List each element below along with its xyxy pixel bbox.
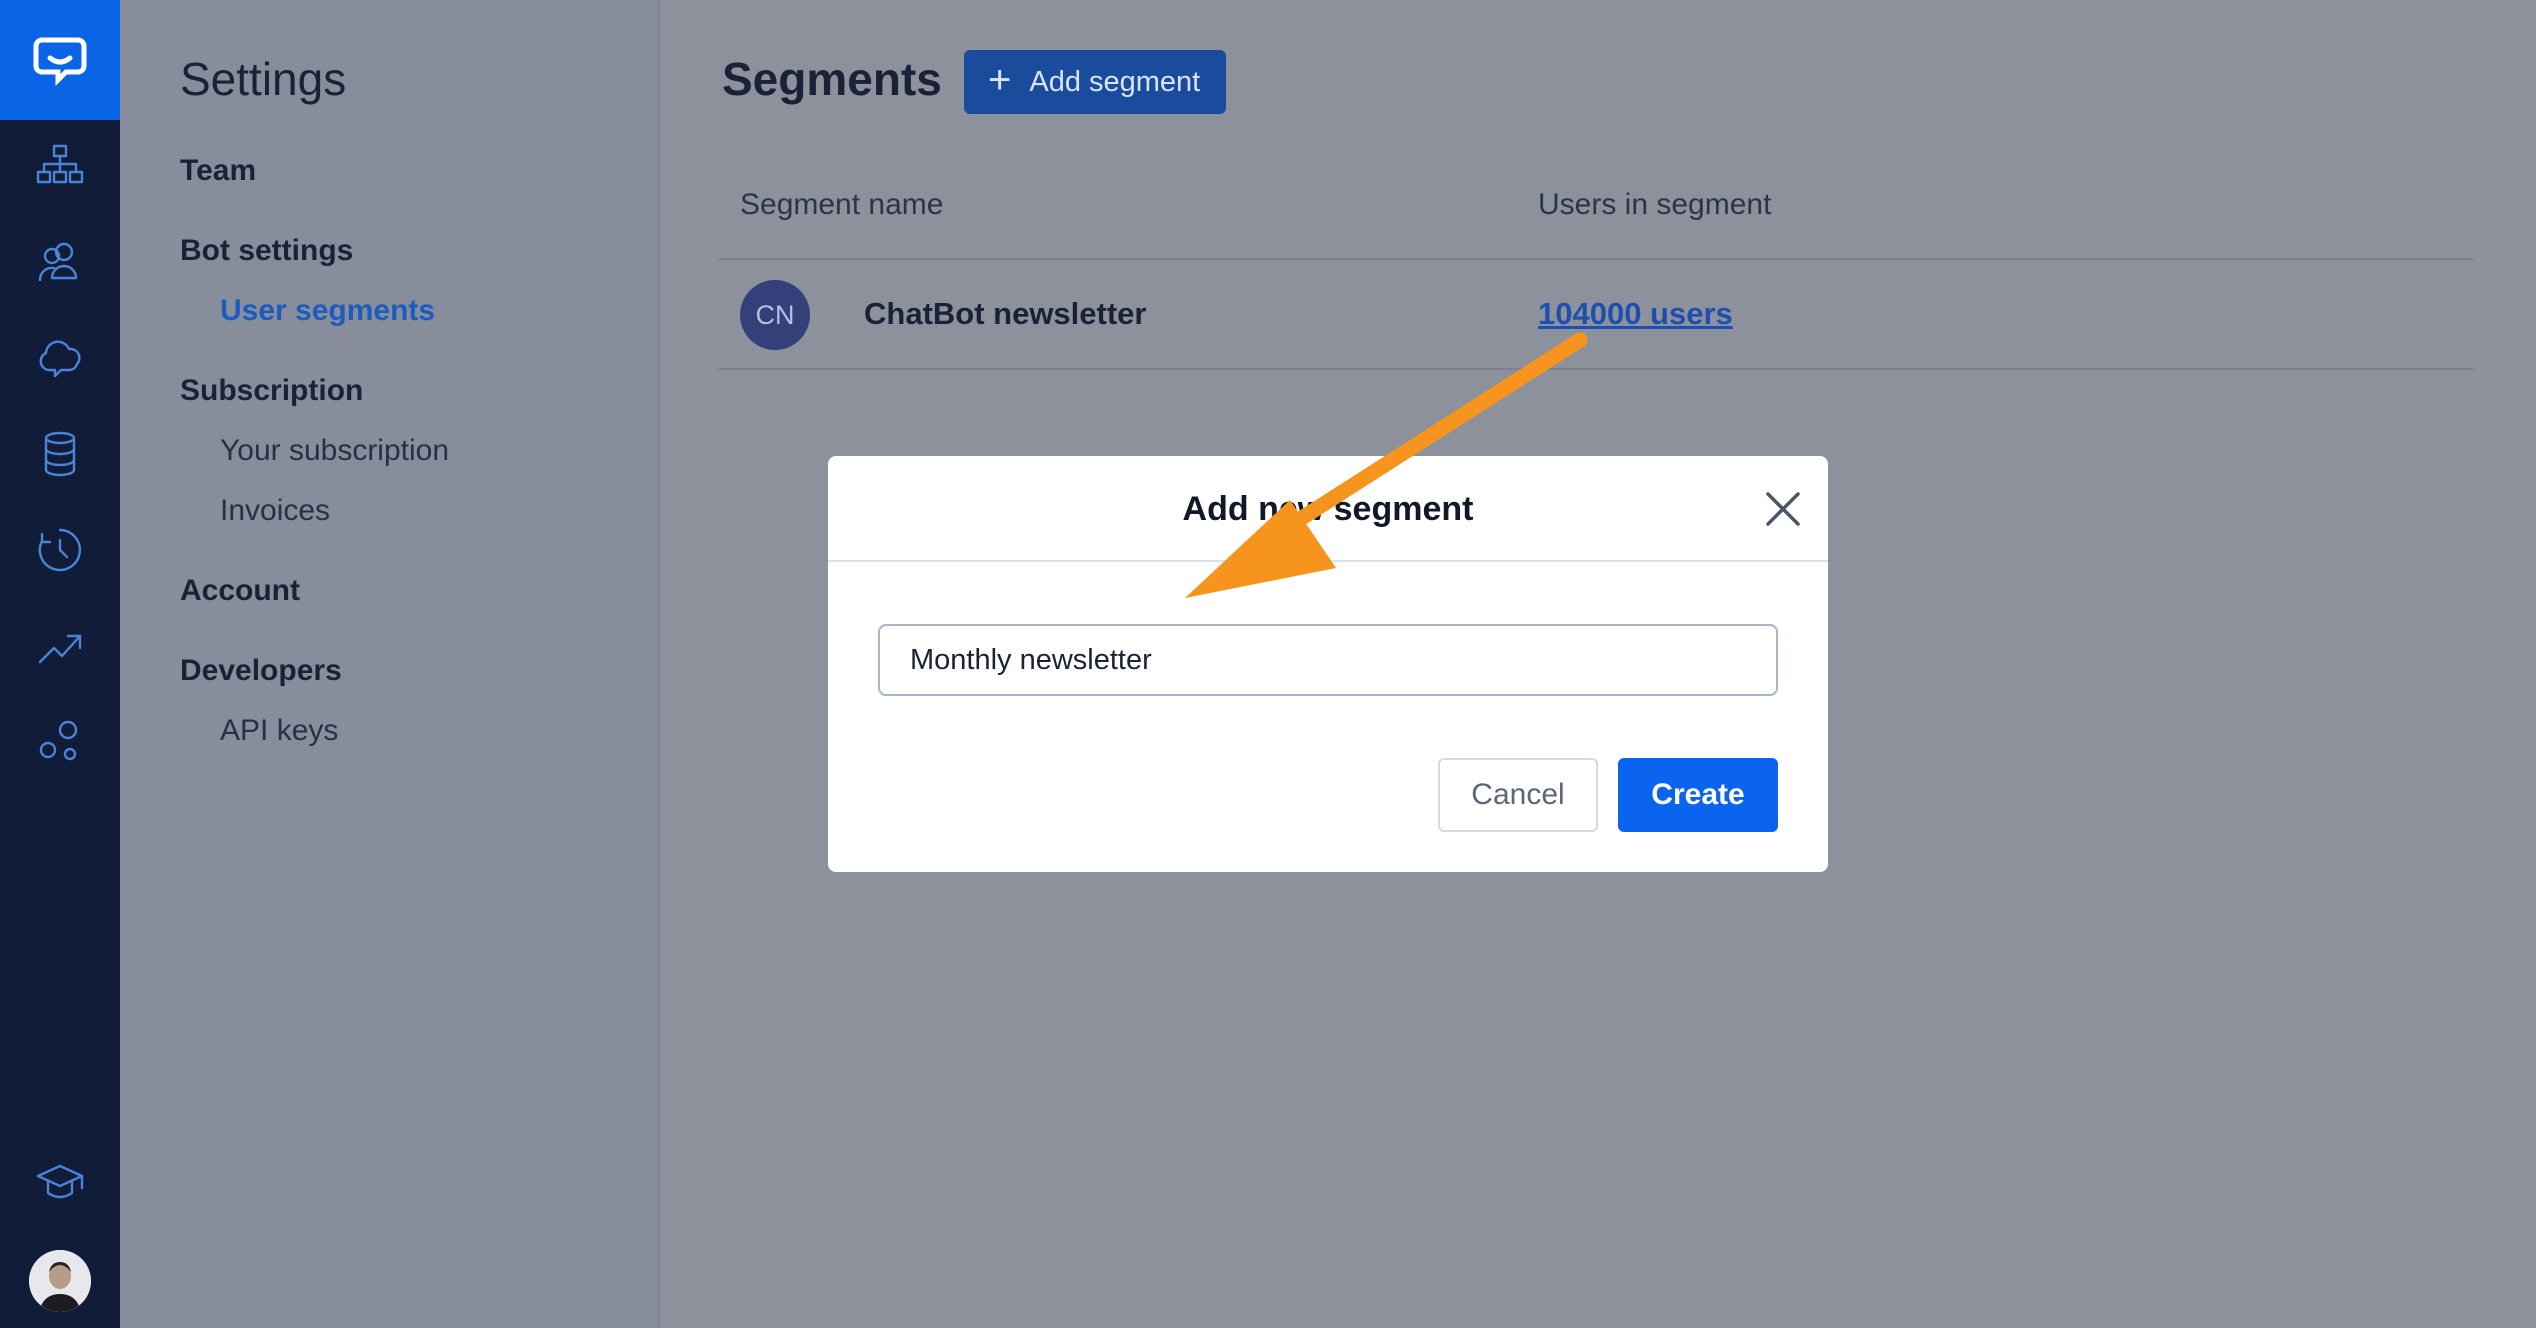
trend-icon[interactable] [30,616,90,676]
settings-item-user-segments[interactable]: User segments [220,294,435,328]
graduation-cap-icon[interactable] [30,1152,90,1212]
settings-item-api-keys[interactable]: API keys [220,714,338,748]
settings-panel: Settings Team Bot settings User segments… [120,0,660,1328]
database-icon[interactable] [30,424,90,484]
add-segment-label: Add segment [1029,65,1201,98]
segment-users-link[interactable]: 104000 users [1538,296,1733,332]
avatar[interactable] [29,1250,91,1312]
cloud-icon[interactable] [30,328,90,388]
hierarchy-icon[interactable] [30,136,90,196]
settings-title: Settings [180,53,347,105]
history-icon[interactable] [30,520,90,580]
chat-logo-icon[interactable] [0,0,120,120]
modal-title: Add new segment [1182,490,1474,528]
users-icon[interactable] [30,232,90,292]
segment-initials-badge: CN [740,280,810,350]
segment-name[interactable]: ChatBot newsletter [864,296,1146,332]
settings-item-team[interactable]: Team [180,154,256,188]
settings-group-developers[interactable]: Developers [180,654,342,688]
settings-group-subscription[interactable]: Subscription [180,374,363,408]
add-segment-button[interactable]: + Add segment [964,50,1226,114]
settings-item-account[interactable]: Account [180,574,300,608]
modal-header: Add new segment [828,456,1828,562]
table-divider [718,258,2474,260]
settings-group-bot-settings[interactable]: Bot settings [180,234,353,268]
create-button[interactable]: Create [1618,758,1778,832]
close-icon[interactable] [1760,486,1806,532]
segment-name-input[interactable] [878,624,1778,696]
plus-icon: + [988,58,1012,102]
table-divider [718,368,2474,370]
settings-item-your-subscription[interactable]: Your subscription [220,434,449,468]
settings-item-invoices[interactable]: Invoices [220,494,330,528]
bubbles-icon[interactable] [30,712,90,772]
page-title: Segments [722,53,942,105]
add-segment-modal: Add new segment Cancel Create [828,456,1828,872]
column-header-users: Users in segment [1538,188,1772,221]
nav-rail [0,0,120,1328]
column-header-segment-name: Segment name [740,188,944,221]
cancel-button[interactable]: Cancel [1438,758,1598,832]
